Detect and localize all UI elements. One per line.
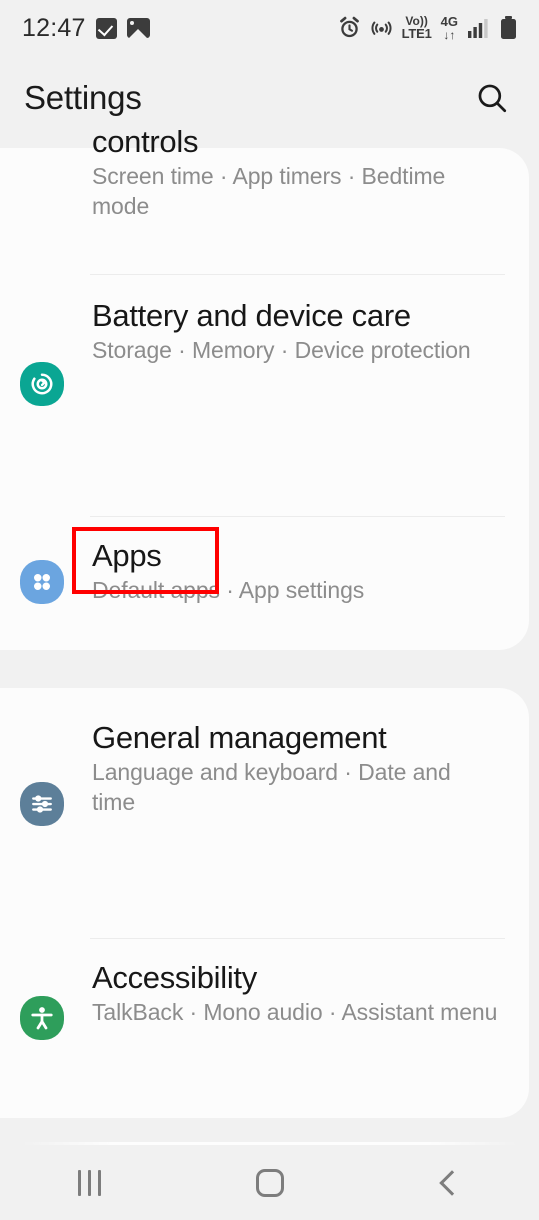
- status-bar: 12:47 Vo)) LTE1 4G ↓↑: [0, 0, 539, 56]
- hotspot-icon: [371, 21, 392, 36]
- row-icon: [20, 362, 64, 406]
- apps-title: Apps: [92, 538, 162, 573]
- image-icon: [126, 18, 150, 38]
- settings-list[interactable]: controls Screen time · App timers · Bedt…: [0, 124, 539, 1140]
- search-icon: [478, 84, 507, 113]
- row-title: controls: [92, 124, 199, 159]
- row-subtitle: Language and keyboard · Date and time: [92, 759, 451, 816]
- recents-icon: [78, 1170, 102, 1196]
- row-title: Battery and device care: [92, 298, 411, 333]
- row-icon: [20, 996, 64, 1040]
- row-body: controls Screen time · App timers · Bedt…: [92, 124, 529, 222]
- scroll-indicator: [22, 1142, 517, 1145]
- settings-row-digital-wellbeing[interactable]: controls Screen time · App timers · Bedt…: [0, 124, 529, 222]
- search-button[interactable]: [469, 75, 515, 121]
- row-divider: [90, 938, 505, 939]
- apps-icon: [20, 560, 64, 604]
- row-body: Apps Default apps · App settings: [92, 538, 394, 606]
- sliders-icon: [20, 782, 64, 826]
- device-care-icon: [20, 362, 64, 406]
- settings-row-general-management[interactable]: General management Language and keyboard…: [0, 720, 529, 826]
- volte-icon: Vo)) LTE1: [401, 15, 432, 42]
- network-type-label: 4G: [440, 14, 458, 30]
- back-icon: [439, 1170, 465, 1196]
- settings-row-apps[interactable]: Apps Default apps · App settings: [0, 538, 529, 606]
- row-divider: [90, 274, 505, 275]
- accessibility-icon: [20, 996, 64, 1040]
- row-title: General management: [92, 720, 387, 755]
- signal-icon: [468, 18, 488, 38]
- row-subtitle: Screen time · App timers · Bedtime mode: [92, 163, 446, 220]
- back-button[interactable]: [359, 1146, 539, 1220]
- settings-row-accessibility[interactable]: Accessibility TalkBack · Mono audio · As…: [0, 960, 529, 1040]
- row-subtitle: Default apps · App settings: [92, 577, 365, 604]
- row-body: Accessibility TalkBack · Mono audio · As…: [92, 960, 527, 1028]
- status-bar-clock: 12:47: [22, 13, 86, 42]
- navigation-bar: [0, 1146, 539, 1220]
- 4g-icon: 4G ↓↑: [440, 14, 458, 42]
- page-title: Settings: [24, 79, 142, 116]
- home-button[interactable]: [180, 1146, 360, 1220]
- row-subtitle: Storage · Memory · Device protection: [92, 337, 471, 364]
- row-subtitle: TalkBack · Mono audio · Assistant menu: [92, 999, 498, 1026]
- row-title: Accessibility: [92, 960, 257, 995]
- alarm-icon: [339, 17, 359, 38]
- row-icon: [20, 560, 64, 604]
- settings-card-one: controls Screen time · App timers · Bedt…: [0, 124, 529, 650]
- data-arrows-label: ↓↑: [443, 27, 456, 42]
- row-icon: [20, 782, 64, 826]
- status-bar-right: Vo)) LTE1 4G ↓↑: [338, 14, 517, 42]
- home-icon: [255, 1169, 284, 1197]
- row-body: Battery and device care Storage · Memory…: [92, 298, 501, 366]
- battery-icon: [501, 15, 516, 39]
- volte-line-2: LTE1: [401, 26, 432, 42]
- phone-screen: 12:47 Vo)) LTE1 4G ↓↑ Settings controls …: [0, 0, 539, 1220]
- row-body: General management Language and keyboard…: [92, 720, 529, 818]
- recents-button[interactable]: [0, 1146, 180, 1220]
- row-divider: [90, 516, 505, 517]
- checkbox-checked-icon: [95, 17, 117, 39]
- settings-row-battery-and-device-care[interactable]: Battery and device care Storage · Memory…: [0, 298, 529, 406]
- settings-card-two: General management Language and keyboard…: [0, 688, 529, 1118]
- status-bar-left: 12:47: [22, 14, 150, 43]
